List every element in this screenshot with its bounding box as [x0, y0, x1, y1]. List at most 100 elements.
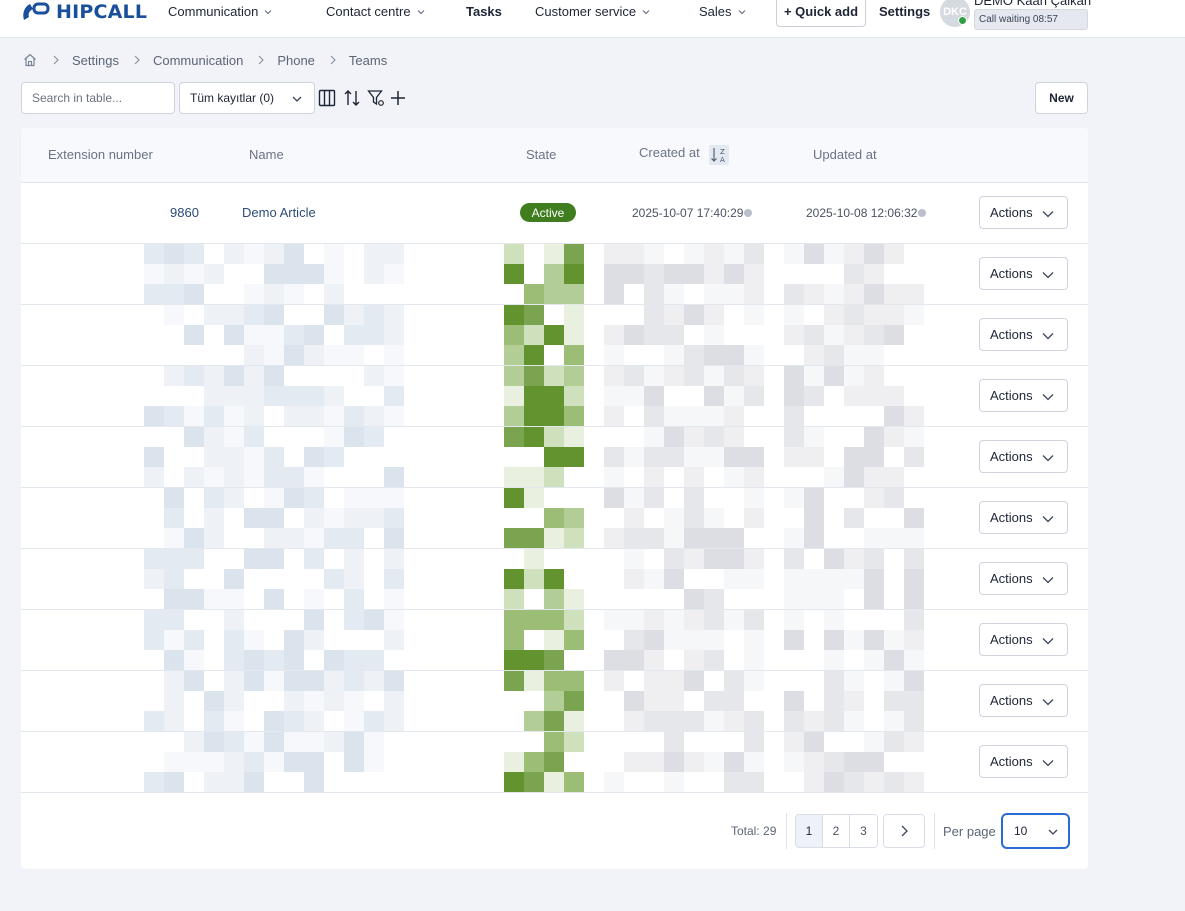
table-row[interactable]: Actions: [21, 610, 1088, 671]
redacted-pixel: [544, 508, 564, 528]
columns-icon[interactable]: [318, 89, 336, 107]
redacted-pixel: [344, 345, 364, 365]
actions-dropdown-button[interactable]: Actions: [979, 440, 1068, 473]
nav-tasks-label: Tasks: [466, 4, 502, 19]
page-2-button[interactable]: 2: [823, 815, 850, 847]
redacted-pixel: [324, 650, 344, 670]
divider: [934, 813, 935, 849]
actions-dropdown-button[interactable]: Actions: [979, 257, 1068, 290]
table-row[interactable]: Actions: [21, 305, 1088, 366]
redacted-pixel: [664, 752, 684, 772]
redacted-pixel: [284, 528, 304, 548]
nav-sales[interactable]: Sales: [699, 4, 746, 19]
redacted-pixel: [784, 284, 804, 304]
sort-az-icon[interactable]: Z A: [709, 145, 729, 165]
table-row[interactable]: Actions: [21, 732, 1088, 793]
redacted-pixel: [704, 284, 724, 304]
home-icon[interactable]: [22, 52, 38, 68]
new-button[interactable]: New: [1035, 82, 1088, 114]
redacted-pixel: [904, 630, 924, 650]
name-cell[interactable]: Demo Article: [242, 205, 316, 220]
nav-contact-centre[interactable]: Contact centre: [326, 4, 425, 19]
nav-customer-service[interactable]: Customer service: [535, 4, 650, 19]
redacted-pixel: [264, 244, 284, 264]
redacted-pixel: [384, 467, 404, 487]
redacted-pixel: [844, 467, 864, 487]
redacted-pixel: [904, 284, 924, 304]
redacted-pixel: [384, 406, 404, 426]
table-row[interactable]: Actions: [21, 366, 1088, 427]
actions-dropdown-button[interactable]: Actions: [979, 745, 1068, 778]
breadcrumb-phone[interactable]: Phone: [277, 53, 315, 68]
redacted-pixel: [344, 569, 364, 589]
actions-dropdown-button[interactable]: Actions: [979, 684, 1068, 717]
table-row[interactable]: Actions: [21, 244, 1088, 305]
record-filter-select[interactable]: Tüm kayıtlar (0): [179, 82, 315, 114]
redacted-pixel: [884, 386, 904, 406]
redacted-pixel: [664, 325, 684, 345]
info-icon[interactable]: [918, 209, 927, 217]
redacted-pixel: [184, 325, 204, 345]
info-icon[interactable]: [744, 209, 753, 217]
redacted-pixel: [664, 610, 684, 630]
redacted-pixel: [824, 366, 844, 386]
redacted-pixel: [204, 711, 224, 731]
redacted-pixel: [824, 691, 844, 711]
column-created-at[interactable]: Created at: [639, 145, 700, 160]
actions-dropdown-button[interactable]: Actions: [979, 623, 1068, 656]
actions-dropdown-button[interactable]: Actions: [979, 562, 1068, 595]
redacted-pixel: [344, 610, 364, 630]
table-row[interactable]: Actions: [21, 427, 1088, 488]
page-3-button[interactable]: 3: [850, 815, 877, 847]
column-extension-number[interactable]: Extension number: [48, 147, 153, 162]
filter-settings-icon[interactable]: [367, 89, 385, 107]
table-row[interactable]: 9860 Demo Article Active 2025-10-07 17:4…: [21, 183, 1088, 244]
user-name[interactable]: DEMO Kaan Çalkan: [974, 0, 1091, 8]
brand-logo[interactable]: HIPCALL: [20, 0, 147, 25]
breadcrumb-communication[interactable]: Communication: [153, 53, 243, 68]
page-1-button[interactable]: 1: [796, 815, 823, 847]
redacted-pixel: [544, 630, 564, 650]
redacted-pixel: [704, 711, 724, 731]
redacted-pixel: [664, 528, 684, 548]
redacted-pixel: [664, 772, 684, 792]
actions-dropdown-button[interactable]: Actions: [979, 196, 1068, 229]
actions-dropdown-button[interactable]: Actions: [979, 379, 1068, 412]
redacted-pixel: [564, 386, 584, 406]
redacted-pixel: [564, 671, 584, 691]
redacted-pixel: [384, 264, 404, 284]
redacted-pixel: [164, 508, 184, 528]
search-input[interactable]: [21, 82, 175, 114]
total-count: Total: 29: [731, 824, 777, 838]
redacted-pixel: [864, 549, 884, 569]
redacted-pixel: [244, 732, 264, 752]
redacted-pixel: [164, 772, 184, 792]
extension-number-cell[interactable]: 9860: [170, 205, 199, 220]
redacted-pixel: [824, 467, 844, 487]
breadcrumb-settings[interactable]: Settings: [72, 53, 119, 68]
quick-add-button[interactable]: + Quick add: [776, 0, 866, 27]
nav-communication[interactable]: Communication: [168, 4, 272, 19]
redacted-pixel: [164, 650, 184, 670]
redacted-pixel: [724, 447, 744, 467]
sort-icon[interactable]: [343, 89, 361, 107]
column-name[interactable]: Name: [249, 147, 284, 162]
redacted-pixel: [664, 569, 684, 589]
actions-dropdown-button[interactable]: Actions: [979, 318, 1068, 351]
table-row[interactable]: Actions: [21, 549, 1088, 610]
redacted-pixel: [284, 264, 304, 284]
table-row[interactable]: Actions: [21, 671, 1088, 732]
per-page-select[interactable]: 10: [1001, 813, 1070, 849]
column-updated-at[interactable]: Updated at: [813, 147, 877, 162]
redacted-pixel: [144, 569, 164, 589]
column-state[interactable]: State: [526, 147, 556, 162]
actions-dropdown-button[interactable]: Actions: [979, 501, 1068, 534]
table-row[interactable]: Actions: [21, 488, 1088, 549]
redacted-pixel: [224, 671, 244, 691]
nav-tasks[interactable]: Tasks: [466, 4, 502, 19]
nav-settings[interactable]: Settings: [879, 4, 930, 19]
redacted-pixel: [204, 772, 224, 792]
add-icon[interactable]: [389, 89, 407, 107]
next-page-button[interactable]: [883, 814, 925, 848]
redacted-pixel: [244, 427, 264, 447]
